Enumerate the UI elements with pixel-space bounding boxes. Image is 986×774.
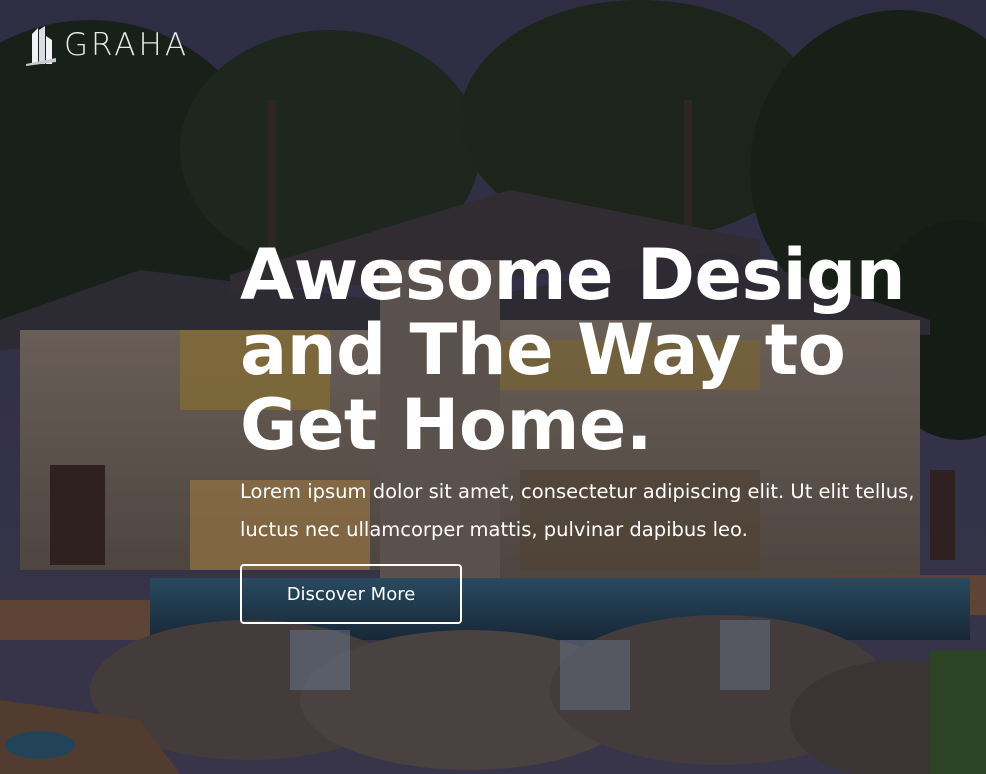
headline-line-2: and The Way to <box>240 309 846 391</box>
hero-subtext: Lorem ipsum dolor sit amet, consectetur … <box>240 480 915 541</box>
hero-content: Awesome Design and The Way to Get Home. … <box>240 238 960 624</box>
hero-headline: Awesome Design and The Way to Get Home. <box>240 238 960 463</box>
building-logo-icon <box>26 26 56 66</box>
brand-name: GRAHA <box>64 27 190 63</box>
brand-logo[interactable]: GRAHA <box>24 24 189 66</box>
discover-more-button[interactable]: Discover More <box>240 564 462 624</box>
headline-line-3: Get Home. <box>240 384 652 466</box>
headline-line-1: Awesome Design <box>240 234 906 316</box>
hero-section: GRAHA Awesome Design and The Way to Get … <box>0 0 986 774</box>
